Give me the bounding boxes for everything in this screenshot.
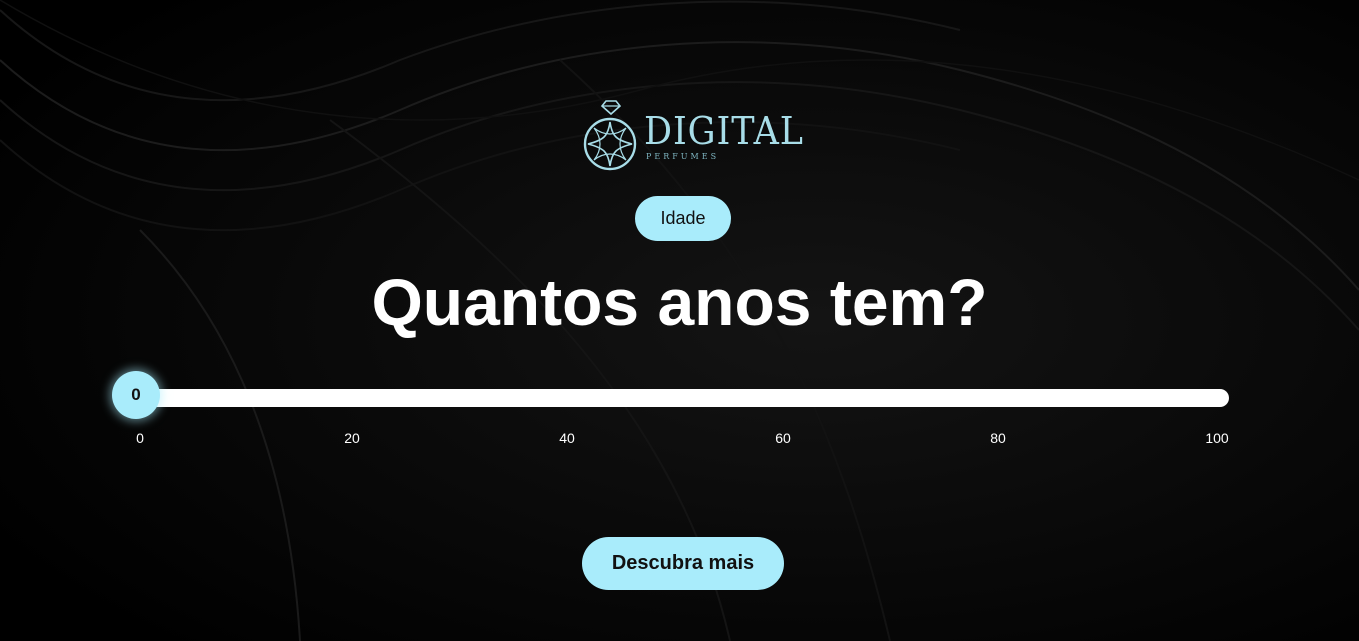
question-title: Quantos anos tem?	[371, 265, 988, 339]
tick-label: 20	[344, 430, 360, 446]
age-slider[interactable]: 0	[112, 370, 1232, 420]
quiz-page: DIGITAL PERFUMES Idade Quantos anos tem?…	[0, 0, 1359, 641]
brand-logo: DIGITAL PERFUMES	[580, 98, 803, 172]
slider-thumb[interactable]: 0	[112, 371, 160, 419]
discover-more-button[interactable]: Descubra mais	[582, 537, 784, 590]
brand-subtitle: PERFUMES	[646, 152, 720, 161]
tick-label: 100	[1205, 430, 1229, 446]
brand-name: DIGITAL	[644, 109, 804, 153]
diamond-ring-logo-icon	[583, 100, 637, 171]
tick-label: 60	[775, 430, 791, 446]
slider-tick-labels: 0 20 40 60 80 100	[0, 430, 1359, 450]
tick-label: 40	[559, 430, 575, 446]
slider-track[interactable]	[136, 389, 1229, 407]
tick-label: 80	[990, 430, 1006, 446]
section-badge: Idade	[635, 196, 731, 241]
tick-label: 0	[136, 430, 144, 446]
